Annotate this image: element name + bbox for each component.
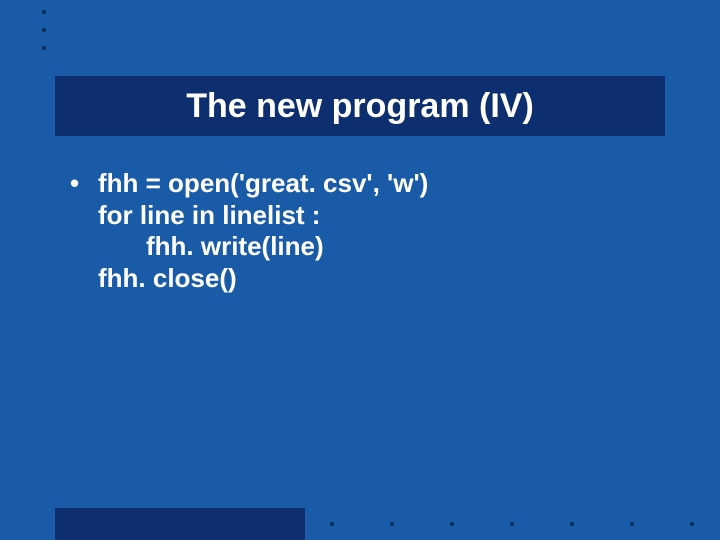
decorative-dots-top — [42, 10, 46, 50]
dot-icon — [330, 522, 334, 526]
bullet-item: • fhh = open('great. csv', 'w') for line… — [70, 168, 680, 295]
title-band: The new program (IV) — [55, 76, 665, 136]
code-line: for line in linelist : — [98, 200, 680, 232]
dot-icon — [630, 522, 634, 526]
dot-icon — [42, 46, 46, 50]
dot-icon — [690, 522, 694, 526]
code-line: fhh. write(line) — [98, 231, 680, 263]
code-line: fhh = open('great. csv', 'w') — [98, 168, 680, 200]
dot-icon — [42, 28, 46, 32]
code-line: fhh. close() — [98, 263, 680, 295]
footer-band — [55, 508, 305, 540]
dot-icon — [450, 522, 454, 526]
dot-icon — [510, 522, 514, 526]
dot-icon — [390, 522, 394, 526]
body-content: • fhh = open('great. csv', 'w') for line… — [70, 168, 680, 295]
bullet-body: fhh = open('great. csv', 'w') for line i… — [98, 168, 680, 295]
dot-icon — [570, 522, 574, 526]
decorative-dots-bottom — [330, 522, 694, 526]
slide-title: The new program (IV) — [186, 87, 534, 126]
dot-icon — [42, 10, 46, 14]
bullet-marker: • — [70, 168, 98, 295]
